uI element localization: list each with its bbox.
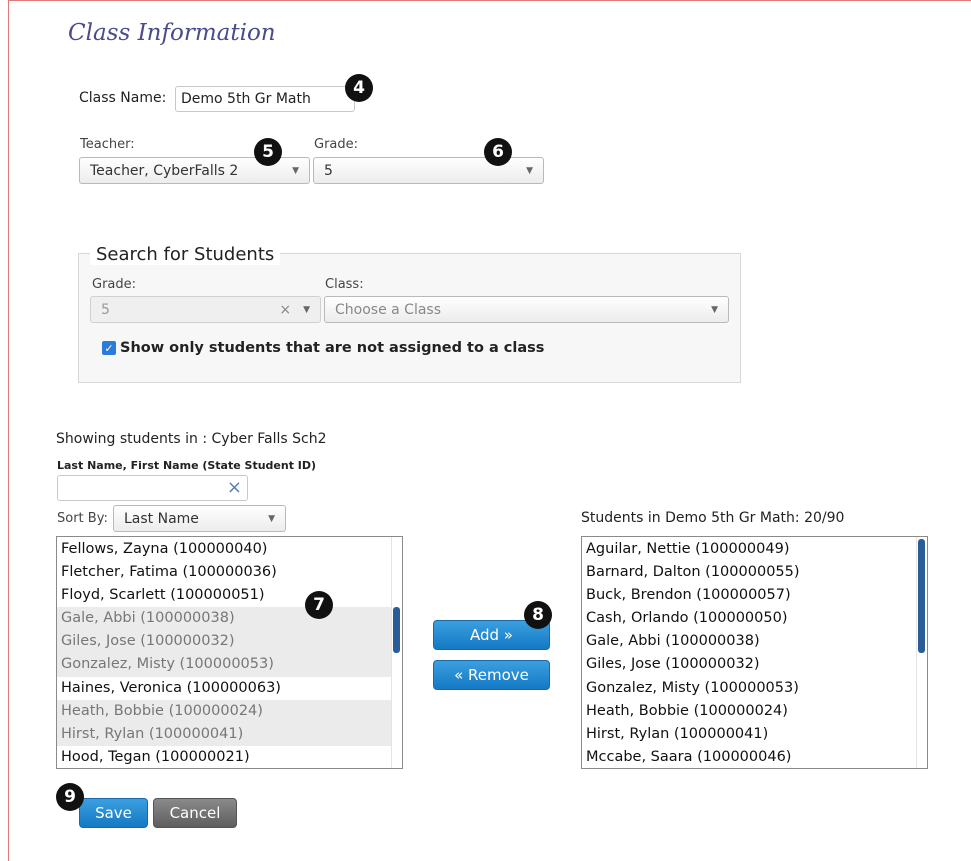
available-student-row[interactable]: Giles, Jose (100000032) <box>57 630 391 654</box>
callout-badge-5: 5 <box>254 138 282 166</box>
enrolled-student-row[interactable]: Barnard, Dalton (100000055) <box>582 561 916 584</box>
unassigned-only-checkbox[interactable]: ✓ <box>102 341 116 355</box>
available-student-row[interactable]: Haines, Veronica (100000063) <box>57 677 391 700</box>
callout-badge-8: 8 <box>524 601 552 629</box>
available-scrollbar[interactable] <box>391 537 402 768</box>
available-scroll-thumb[interactable] <box>393 607 400 653</box>
grade-select[interactable]: 5 ▼ <box>313 157 544 184</box>
callout-badge-6: 6 <box>484 138 512 166</box>
available-student-row[interactable]: Fellows, Zayna (100000040) <box>57 538 391 561</box>
sort-by-select[interactable]: Last Name ▼ <box>113 505 286 532</box>
search-grade-label: Grade: <box>92 277 137 292</box>
class-name-label: Class Name: <box>79 90 167 106</box>
grade-selected-value: 5 <box>324 162 333 179</box>
enrolled-student-row[interactable]: Buck, Brendon (100000057) <box>582 584 916 607</box>
remove-button[interactable]: « Remove <box>433 660 550 690</box>
callout-badge-9: 9 <box>56 783 84 811</box>
chevron-down-icon: ▼ <box>292 165 299 176</box>
unassigned-only-row: ✓ Show only students that are not assign… <box>102 340 544 356</box>
enrolled-student-row[interactable]: Aguilar, Nettie (100000049) <box>582 538 916 561</box>
page-title: Class Information <box>68 20 276 46</box>
search-grade-select[interactable]: 5 × ▼ <box>90 296 321 323</box>
available-student-row[interactable]: Fletcher, Fatima (100000036) <box>57 561 391 584</box>
callout-badge-4: 4 <box>345 74 373 102</box>
class-name-input[interactable] <box>175 86 355 112</box>
sort-by-label: Sort By: <box>57 511 108 526</box>
chevron-down-icon: ▼ <box>526 165 533 176</box>
unassigned-only-label: Show only students that are not assigned… <box>120 340 545 356</box>
student-filter-input[interactable] <box>57 475 248 501</box>
chevron-down-icon: ▼ <box>303 304 310 315</box>
available-student-row[interactable]: Hood, Tegan (100000021) <box>57 746 391 768</box>
cancel-button[interactable]: Cancel <box>153 798 237 828</box>
search-class-label: Class: <box>325 277 364 292</box>
clear-filter-icon[interactable]: × <box>227 477 242 498</box>
enrolled-student-row[interactable]: Gale, Abbi (100000038) <box>582 630 916 653</box>
filter-box: × <box>57 475 248 501</box>
search-students-legend: Search for Students <box>90 244 281 265</box>
clear-icon[interactable]: × <box>279 302 291 318</box>
teacher-selected-value: Teacher, CyberFalls 2 <box>90 162 239 179</box>
available-student-row[interactable]: Hirst, Rylan (100000041) <box>57 722 391 746</box>
search-grade-selected-value: 5 <box>101 301 110 318</box>
enrolled-student-row[interactable]: Hirst, Rylan (100000041) <box>582 723 916 746</box>
enrolled-student-row[interactable]: Cash, Orlando (100000050) <box>582 607 916 630</box>
enrolled-student-row[interactable]: Gonzalez, Misty (100000053) <box>582 677 916 700</box>
search-class-placeholder: Choose a Class <box>335 301 441 318</box>
teacher-label: Teacher: <box>80 137 135 152</box>
grade-label: Grade: <box>314 137 359 152</box>
enrolled-students-list[interactable]: Aguilar, Nettie (100000049) Barnard, Dalt… <box>581 536 928 769</box>
chevron-down-icon: ▼ <box>268 513 275 524</box>
showing-students-label: Showing students in : Cyber Falls Sch2 <box>56 431 327 447</box>
available-student-row[interactable]: Gonzalez, Misty (100000053) <box>57 653 391 677</box>
available-student-row[interactable]: Floyd, Scarlett (100000051) <box>57 584 391 607</box>
available-students-list[interactable]: Fellows, Zayna (100000040) Fletcher, Fati… <box>56 536 403 769</box>
callout-badge-7: 7 <box>305 591 333 619</box>
enrolled-student-row[interactable]: Mccabe, Saara (100000046) <box>582 746 916 768</box>
enrolled-student-row[interactable]: Giles, Jose (100000032) <box>582 653 916 676</box>
filter-label: Last Name, First Name (State Student ID) <box>57 459 317 472</box>
save-button[interactable]: Save <box>79 798 148 828</box>
search-class-select[interactable]: Choose a Class ▼ <box>324 296 729 323</box>
enrolled-student-row[interactable]: Heath, Bobbie (100000024) <box>582 700 916 723</box>
sort-by-selected-value: Last Name <box>124 510 199 527</box>
available-student-row[interactable]: Heath, Bobbie (100000024) <box>57 699 391 723</box>
available-student-row[interactable]: Gale, Abbi (100000038) <box>57 607 391 631</box>
enrolled-students-heading: Students in Demo 5th Gr Math: 20/90 <box>581 510 845 526</box>
enrolled-scroll-thumb[interactable] <box>918 539 925 653</box>
chevron-down-icon: ▼ <box>711 304 718 315</box>
enrolled-scrollbar[interactable] <box>916 537 927 768</box>
